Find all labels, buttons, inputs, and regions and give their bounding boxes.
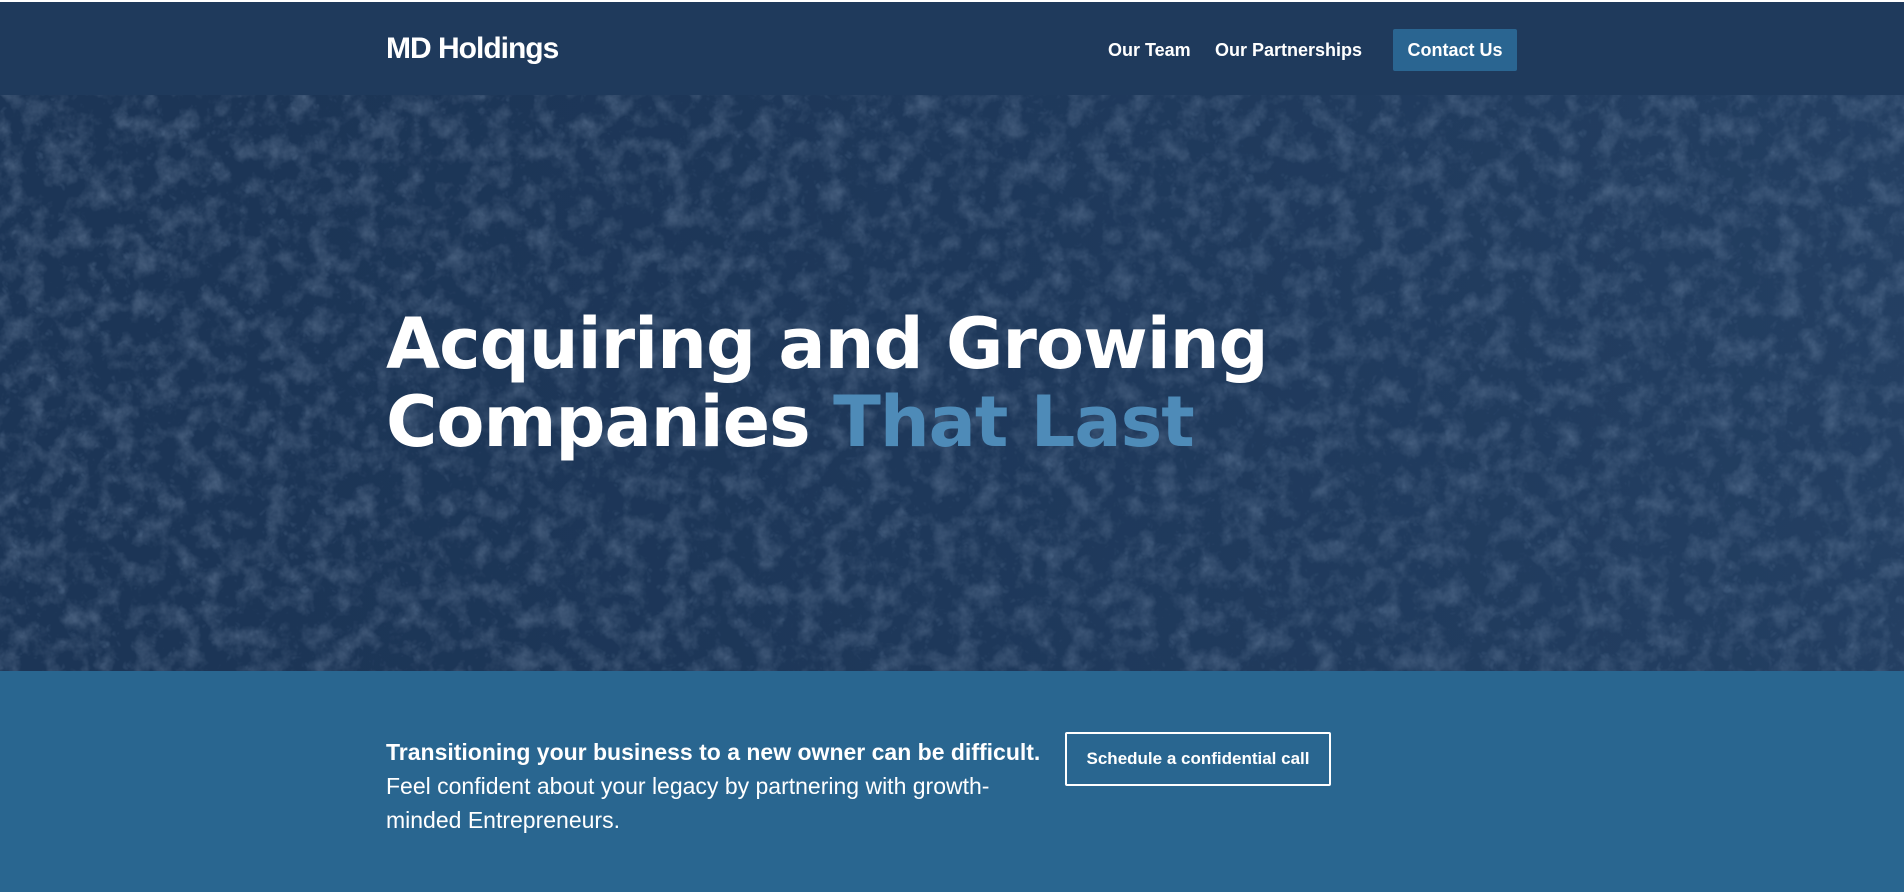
cta-headline: Transitioning your business to a new own… [386,739,1041,765]
cta-section: Transitioning your business to a new own… [0,671,1904,892]
schedule-call-button[interactable]: Schedule a confidential call [1065,732,1331,786]
hero-section: Acquiring and Growing Companies That Las… [0,95,1904,671]
hero-title-line1: Acquiring and Growing [386,303,1269,385]
hero-title-accent: That Last [833,381,1195,463]
site-header: MD Holdings Our Team Our Partnerships Co… [0,2,1904,95]
nav-our-team[interactable]: Our Team [1108,38,1191,62]
page: MD Holdings Our Team Our Partnerships Co… [0,0,1904,892]
hero-title: Acquiring and Growing Companies That Las… [386,303,1269,463]
nav-our-partnerships[interactable]: Our Partnerships [1215,38,1362,62]
cta-body-text: Feel confident about your legacy by part… [386,773,990,833]
contact-us-button[interactable]: Contact Us [1393,29,1517,71]
logo[interactable]: MD Holdings [386,31,559,67]
hero-title-line2: Companies [386,381,834,463]
